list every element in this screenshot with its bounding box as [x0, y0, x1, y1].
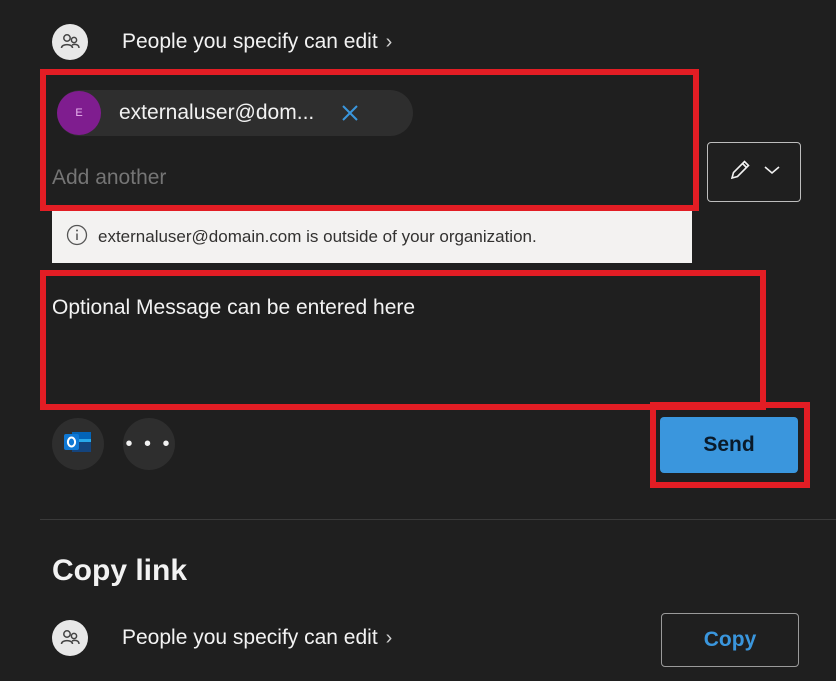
permission-label: People you specify can edit	[122, 626, 378, 649]
people-icon	[52, 24, 88, 60]
copy-link-permission-setting[interactable]: People you specify can edit ›	[52, 620, 392, 656]
permission-setting-link[interactable]: People you specify can edit ›	[52, 24, 392, 60]
recipients-highlight	[40, 69, 699, 211]
chevron-right-icon: ›	[385, 626, 393, 649]
chevron-down-icon	[763, 163, 781, 181]
section-divider	[40, 519, 836, 520]
more-icon: • • •	[125, 432, 173, 455]
external-user-warning: externaluser@domain.com is outside of yo…	[52, 211, 692, 263]
copy-link-heading: Copy link	[52, 554, 188, 587]
warning-text: externaluser@domain.com is outside of yo…	[98, 227, 537, 246]
share-dialog: People you specify can edit › E external…	[0, 0, 836, 681]
chevron-right-icon: ›	[385, 30, 393, 53]
more-options-button[interactable]: • • •	[123, 418, 175, 470]
copy-button[interactable]: Copy	[661, 613, 799, 667]
outlook-button[interactable]	[52, 418, 104, 470]
pencil-icon	[727, 157, 753, 188]
edit-permission-dropdown[interactable]	[707, 142, 801, 202]
info-icon	[66, 224, 88, 251]
outlook-icon	[63, 428, 93, 461]
people-icon	[52, 620, 88, 656]
message-highlight	[40, 270, 766, 410]
send-highlight	[650, 402, 810, 488]
permission-label: People you specify can edit	[122, 30, 378, 53]
